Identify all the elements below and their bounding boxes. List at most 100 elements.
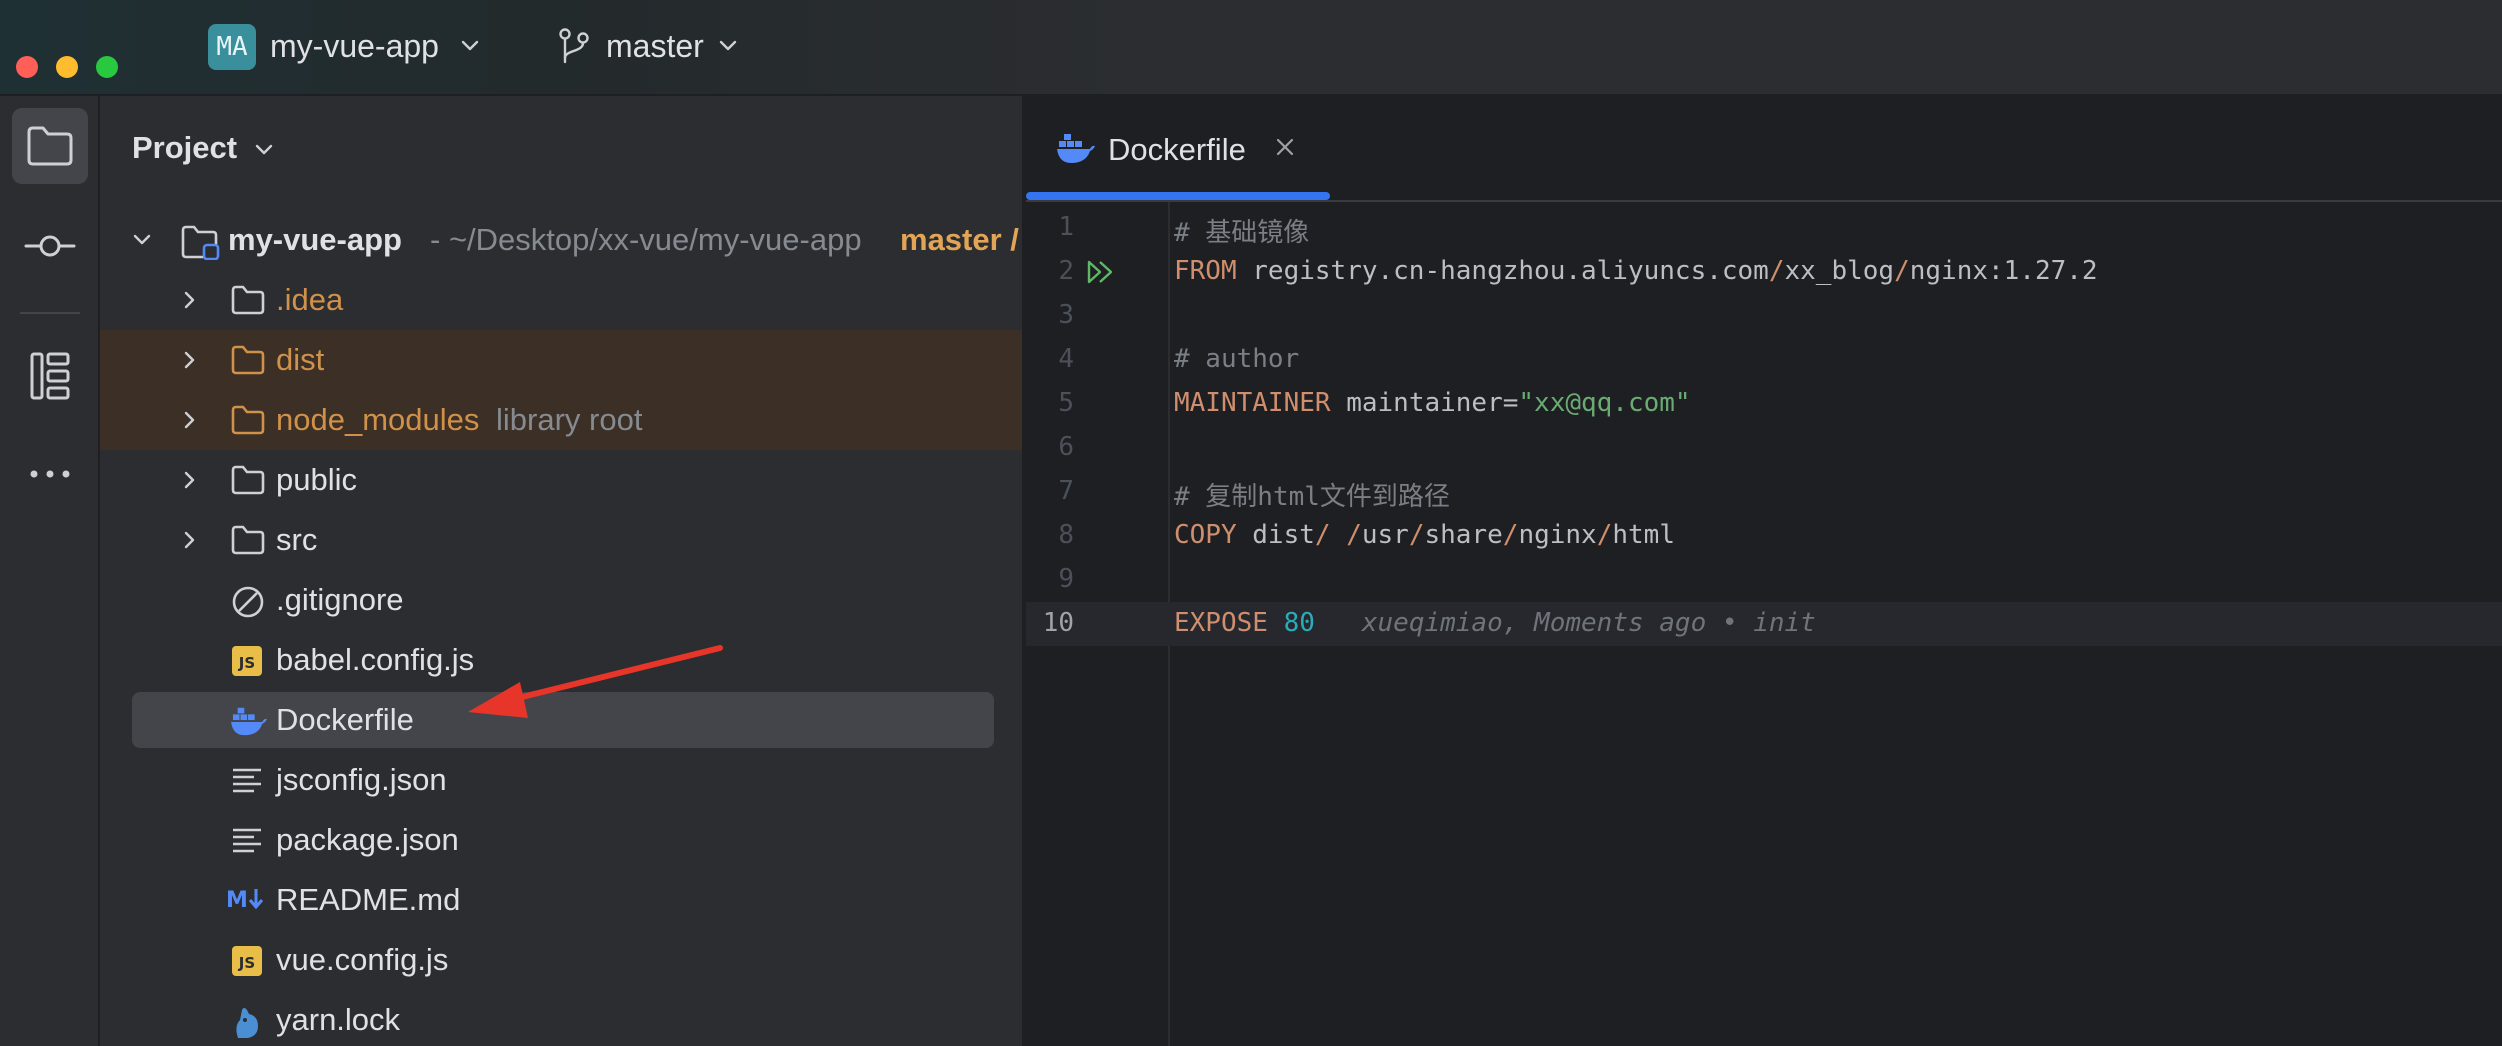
line-number: 6 [1058,432,1074,462]
tree-item-label: babel.config.js [276,642,475,677]
tree-item-label: README.md [276,882,461,917]
tree-item-src[interactable]: src [100,510,1022,570]
tree-item-package-json[interactable]: package.json [100,810,1022,870]
code-comment: # 复制html文件到路径 [1174,482,1450,512]
tree-item-label: Dockerfile [276,702,414,737]
chevron-down-icon [719,40,737,51]
run-icon[interactable] [1086,258,1116,286]
git-blame-annotation: xueqimiao, Moments ago • init [1361,608,1816,638]
code-number: 80 [1283,608,1315,638]
close-window-button[interactable] [16,56,38,78]
chevron-down-icon[interactable] [252,138,276,162]
code-text: EXPOSE 80 xueqimiao, Moments ago • init [1174,608,1816,638]
text-file-icon [230,824,264,863]
editor-tab-bar: Dockerfile [1026,96,2502,202]
svg-text:JS: JS [238,654,255,672]
docker-icon [230,704,268,743]
tree-item-label: dist [276,342,325,377]
root-branch-tag: master / [900,222,1019,257]
excluded-folder-icon [230,344,266,381]
chevron-right-icon[interactable] [178,288,202,312]
tree-item-node-modules[interactable]: node_modules library root [100,390,1022,450]
line-number: 9 [1058,564,1074,594]
tree-item-dist[interactable]: dist [100,330,1022,390]
code-text: FROM registry.cn-hangzhou.aliyuncs.com/x… [1174,256,2098,286]
chevron-right-icon[interactable] [178,468,202,492]
code-token: usr [1361,520,1409,550]
code-token: dist [1236,520,1315,550]
minimize-window-button[interactable] [56,56,78,78]
structure-icon [30,352,70,400]
zoom-window-button[interactable] [96,56,118,78]
line-number: 4 [1058,344,1074,374]
code-comment: # author [1174,344,1300,374]
tree-item-babel-config-js[interactable]: JS babel.config.js [100,630,1022,690]
tree-item-dockerfile[interactable]: Dockerfile [100,690,1022,750]
tree-item-vue-config-js[interactable]: JS vue.config.js [100,930,1022,990]
excluded-folder-icon [230,404,266,441]
tab-dockerfile[interactable]: Dockerfile [1026,96,1330,202]
tree-item-idea[interactable]: .idea [100,270,1022,330]
code-line[interactable]: 7 # 复制html文件到路径 [1026,470,2502,514]
code-line[interactable]: 2 FROM registry.cn-hangzhou.aliyuncs.com/… [1026,250,2502,294]
code-line[interactable]: 1 # 基础镜像 [1026,206,2502,250]
chevron-right-icon[interactable] [178,348,202,372]
yarn-icon [230,1004,264,1045]
svg-text:JS: JS [238,954,255,972]
code-line[interactable]: 4 # author [1026,338,2502,382]
tree-item-label: src [276,522,318,557]
tree-root-row[interactable]: my-vue-app - ~/Desktop/xx-vue/my-vue-app… [100,210,1022,270]
commit-tool-button[interactable] [12,208,88,284]
code-line[interactable]: 5 MAINTAINER maintainer="xx@qq.com" [1026,382,2502,426]
code-text: COPY dist/ /usr/share/nginx/html [1174,520,1675,550]
line-number: 2 [1058,256,1074,286]
code-token: share [1424,520,1503,550]
tree-item-readme-md[interactable]: M README.md [100,870,1022,930]
tree-item-yarn-lock[interactable]: yarn.lock [100,990,1022,1046]
chevron-right-icon[interactable] [178,408,202,432]
tool-separator [20,312,80,314]
tree-item-label: public [276,462,357,497]
code-separator: / [1768,256,1785,286]
code-line[interactable]: 10 EXPOSE 80 xueqimiao, Moments ago • ini… [1026,602,2502,646]
structure-tool-button[interactable] [12,338,88,414]
code-keyword: COPY [1174,520,1237,550]
title-bar: MA my-vue-app master [0,0,2502,96]
tree-item-gitignore[interactable]: .gitignore [100,570,1022,630]
chevron-down-icon [461,40,479,51]
code-line[interactable]: 9 [1026,558,2502,602]
ignore-file-icon [230,584,266,625]
code-separator: / [1502,520,1519,550]
chevron-down-icon[interactable] [130,228,154,252]
javascript-file-icon: JS [230,944,264,983]
code-line[interactable]: 6 [1026,426,2502,470]
project-badge: MA [208,24,256,70]
close-icon[interactable] [1274,136,1296,158]
git-branch-icon [559,28,589,64]
code-string: "xx@qq.com" [1518,388,1691,418]
markdown-icon: M [226,884,268,919]
tool-window-strip [0,96,100,1046]
line-number: 3 [1058,300,1074,330]
chevron-right-icon[interactable] [178,528,202,552]
code-token: xx_blog [1784,256,1895,286]
tree-item-jsconfig-json[interactable]: jsconfig.json [100,750,1022,810]
code-keyword: MAINTAINER [1174,388,1331,418]
code-separator: / [1894,256,1910,286]
docker-icon [1057,134,1095,163]
active-tab-indicator [1026,192,1330,200]
tree-item-label: vue.config.js [276,942,449,977]
code-line[interactable]: 3 [1026,294,2502,338]
line-number: 7 [1058,476,1074,506]
project-tool-button[interactable] [12,108,88,184]
code-token: nginx [1518,520,1597,550]
project-name: my-vue-app [270,28,439,64]
line-number: 5 [1058,388,1074,418]
more-icon [30,470,70,478]
code-line[interactable]: 8 COPY dist/ /usr/share/nginx/html [1026,514,2502,558]
tree-item-public[interactable]: public [100,450,1022,510]
more-tools-button[interactable] [12,436,88,512]
